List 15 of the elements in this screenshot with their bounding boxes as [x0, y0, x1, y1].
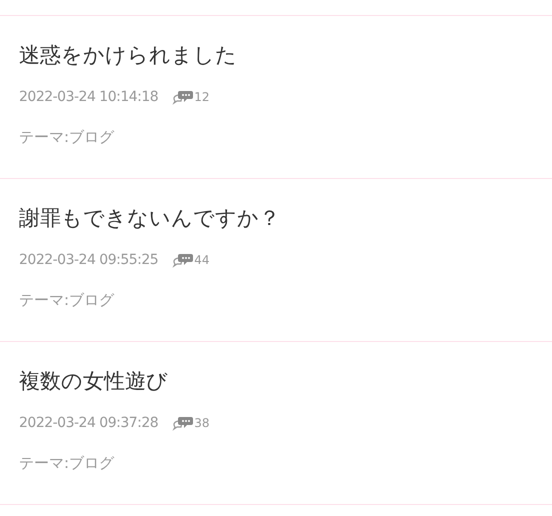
comment-icon: [172, 89, 194, 105]
entry-title[interactable]: 迷惑をかけられました: [19, 40, 237, 70]
comment-icon: [172, 252, 194, 268]
entry-theme[interactable]: テーマ:ブログ: [19, 127, 114, 147]
comment-icon: [172, 415, 194, 431]
entry-datetime: 2022-03-24 09:37:28: [19, 414, 158, 432]
entry-theme[interactable]: テーマ:ブログ: [19, 290, 114, 310]
comment-count[interactable]: 38: [194, 414, 210, 432]
entry-datetime: 2022-03-24 09:55:25: [19, 250, 158, 270]
entry-title[interactable]: 謝罪もできないんですか？: [19, 203, 280, 233]
comment-count[interactable]: 44: [194, 251, 210, 269]
entry-datetime: 2022-03-24 10:14:18: [19, 88, 158, 106]
entry-theme[interactable]: テーマ:ブログ: [19, 453, 114, 473]
comment-count[interactable]: 12: [194, 88, 210, 106]
entry-title[interactable]: 複数の女性遊び: [19, 366, 168, 396]
